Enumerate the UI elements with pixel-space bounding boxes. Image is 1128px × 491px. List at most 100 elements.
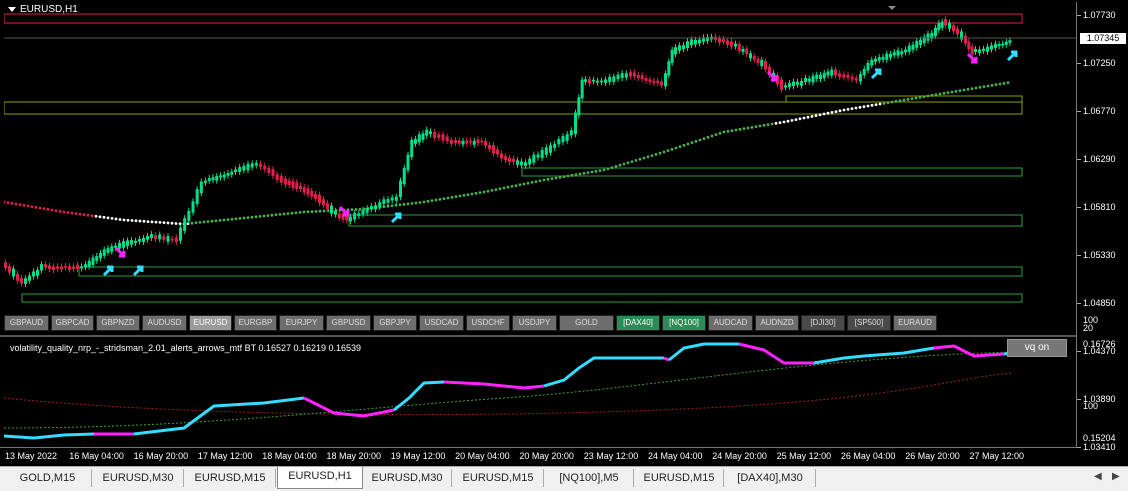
candle [174, 237, 178, 242]
ma-dot [494, 188, 498, 192]
ma-dot [930, 93, 934, 97]
candle [102, 249, 106, 256]
candle [8, 266, 11, 273]
candle [402, 167, 406, 185]
symbol-button-dax40[interactable]: [DAX40] [616, 315, 660, 331]
ma-dot [898, 99, 902, 103]
time-tick: 27 May 12:00 [969, 451, 1025, 461]
symbol-button-gbpaud[interactable]: GBPAUD [4, 315, 49, 331]
time-tick: 23 May 12:00 [583, 451, 639, 461]
dropdown-triangle-icon[interactable] [8, 7, 16, 12]
candle [183, 218, 187, 231]
candle [417, 134, 421, 143]
candle [792, 81, 795, 87]
candle [84, 264, 87, 268]
symbol-button-nq100[interactable]: [NQ100] [662, 315, 706, 331]
symbol-button-sp500[interactable]: [SP500] [847, 315, 891, 331]
symbol-button-eurusd[interactable]: EURUSD [189, 315, 232, 331]
chart-tab[interactable]: EURUSD,M15 [453, 469, 544, 487]
ma-dot [886, 101, 890, 105]
chart-tab[interactable]: EURUSD,H1 [277, 467, 363, 489]
ma-dot [74, 212, 78, 216]
chart-tab[interactable]: [DAX40],M30 [725, 469, 816, 487]
symbol-button-usdcad[interactable]: USDCAD [419, 315, 464, 331]
zone-box [348, 214, 1023, 227]
ma-dot [790, 119, 794, 122]
pane-divider[interactable] [0, 335, 1076, 337]
candle [56, 266, 59, 269]
candle [842, 74, 846, 78]
candle [528, 158, 532, 165]
vq-toggle-button[interactable]: vq on [1007, 339, 1067, 357]
ma-dot [702, 137, 706, 141]
symbol-button-usdchf[interactable]: USDCHF [466, 315, 510, 331]
candle [536, 154, 540, 158]
ma-dot [762, 123, 766, 127]
candle [616, 74, 620, 80]
ma-dot [862, 105, 866, 109]
ma-dot [646, 155, 650, 159]
candle [911, 44, 915, 50]
ma-dot [718, 131, 722, 135]
candle [76, 264, 79, 269]
candle [349, 216, 352, 222]
ma-dot [778, 121, 782, 125]
ma-dot [122, 218, 126, 222]
symbol-button-dji30[interactable]: [DJI30] [801, 315, 845, 331]
price-tick-mark [1077, 111, 1081, 112]
ma-dot [962, 88, 966, 92]
price-chart[interactable] [4, 2, 1076, 312]
symbol-button-audcad[interactable]: AUDCAD [708, 315, 753, 331]
price-tick-mark [1077, 207, 1081, 208]
ma-dot [726, 129, 730, 133]
symbol-button-gbpnzd[interactable]: GBPNZD [96, 315, 140, 331]
indicator-chart[interactable] [4, 338, 1076, 448]
symbol-button-eurjpy[interactable]: EURJPY [279, 315, 324, 331]
ma-dot [866, 104, 870, 108]
symbol-button-gbpjpy[interactable]: GBPJPY [373, 315, 417, 331]
symbol-button-audusd[interactable]: AUDUSD [142, 315, 187, 331]
scroll-right-icon[interactable]: ▶ [1112, 471, 1120, 482]
symbol-button-usdjpy[interactable]: USDJPY [512, 315, 557, 331]
ma-dot [938, 92, 942, 96]
scroll-left-icon[interactable]: ◀ [1094, 471, 1102, 482]
candle [480, 140, 484, 143]
candle [484, 140, 487, 146]
ma-dot [134, 219, 138, 223]
candle [410, 139, 414, 158]
chart-tab[interactable]: EURUSD,M30 [363, 469, 452, 487]
ma-dot [890, 100, 894, 104]
candle [756, 58, 760, 63]
zone-box [4, 13, 1023, 24]
chart-tab[interactable]: EURUSD,M15 [635, 469, 724, 487]
symbol-button-euraud[interactable]: EURAUD [893, 315, 937, 331]
candle [952, 25, 955, 32]
ma-dot [550, 177, 554, 181]
candle [508, 157, 511, 162]
ma-dot [518, 183, 522, 187]
candle [158, 234, 162, 240]
candle [580, 79, 584, 99]
chart-tab[interactable]: EURUSD,M30 [93, 469, 184, 487]
chart-tab[interactable]: [NQ100],M5 [545, 469, 634, 487]
ma-dot [614, 165, 618, 168]
symbol-button-gbpcad[interactable]: GBPCAD [51, 315, 94, 331]
candle [819, 74, 822, 80]
ma-dot [538, 179, 542, 183]
symbol-button-eurgbp[interactable]: EURGBP [234, 315, 277, 331]
symbol-button-audnzd[interactable]: AUDNZD [755, 315, 799, 331]
ma-dot [546, 177, 550, 181]
ma-dot [154, 220, 158, 224]
candle [811, 75, 815, 83]
ma-dot [482, 190, 486, 194]
buy-arrow-icon [132, 265, 144, 277]
ma-dot [30, 205, 34, 209]
chart-tab[interactable]: GOLD,M15 [4, 469, 92, 487]
price-axis[interactable]: 1.07730 1.07250 1.06770 1.06290 1.05810 1.053… [1076, 2, 1128, 452]
ma-dot [658, 151, 662, 155]
candle [326, 203, 329, 210]
candle [620, 73, 624, 79]
chart-tab[interactable]: EURUSD,M15 [185, 469, 276, 487]
symbol-button-gold[interactable]: GOLD [559, 315, 614, 331]
symbol-button-gbpusd[interactable]: GBPUSD [326, 315, 371, 331]
